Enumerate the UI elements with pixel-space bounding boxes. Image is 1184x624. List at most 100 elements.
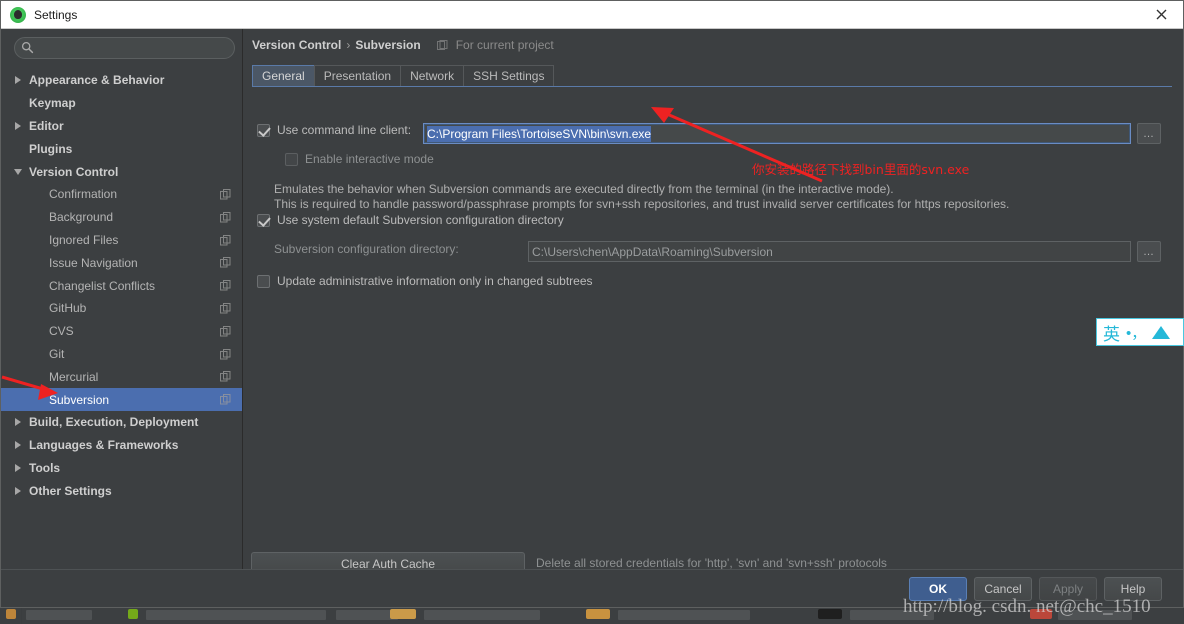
use-command-line-client-checkbox[interactable] xyxy=(257,123,270,137)
chevron-right-icon[interactable] xyxy=(11,441,25,450)
ime-mode-label[interactable]: 英 xyxy=(1103,320,1120,345)
tab-general[interactable]: General xyxy=(252,65,315,86)
sidebar-item-editor[interactable]: Editor xyxy=(1,115,242,138)
chevron-right-icon[interactable] xyxy=(11,418,25,427)
command-line-client-browse-button[interactable]: … xyxy=(1137,123,1161,144)
sidebar-item-changelist-conflicts[interactable]: Changelist Conflicts xyxy=(1,274,242,297)
project-scope-icon xyxy=(220,325,231,337)
sidebar-item-other-settings[interactable]: Other Settings xyxy=(1,479,242,502)
project-scope-icon xyxy=(220,234,231,246)
help-line-2: This is required to handle password/pass… xyxy=(274,197,1010,211)
settings-dialog: Settings Appearance & Behavior Keymap Ed… xyxy=(0,0,1184,608)
watermark-text: http://blog. csdn. net@chc_1510 xyxy=(903,596,1151,617)
tab-label: General xyxy=(262,69,305,83)
dialog-title: Settings xyxy=(34,7,78,22)
sidebar-item-subversion[interactable]: Subversion xyxy=(1,388,242,411)
project-scope-icon xyxy=(220,394,231,405)
sidebar-item-version-control[interactable]: Version Control xyxy=(1,160,242,183)
sidebar-item-label: Version Control xyxy=(29,164,119,179)
sidebar-item-label: Plugins xyxy=(29,141,73,156)
chevron-right-icon[interactable] xyxy=(11,121,25,130)
use-system-default-config-row: Use system default Subversion configurat… xyxy=(257,213,564,227)
chevron-right-icon[interactable] xyxy=(11,486,25,495)
status-bar-icon-left xyxy=(6,609,16,619)
sidebar-item-languages-frameworks[interactable]: Languages & Frameworks xyxy=(1,434,242,457)
sidebar-item-label: Confirmation xyxy=(49,187,118,202)
sidebar-item-label: Ignored Files xyxy=(49,232,119,247)
sidebar-item-label: CVS xyxy=(49,324,74,339)
interactive-mode-help-text: Emulates the behavior when Subversion co… xyxy=(274,182,1114,212)
tab-network[interactable]: Network xyxy=(400,65,465,86)
search-icon xyxy=(21,41,34,54)
sidebar-item-plugins[interactable]: Plugins xyxy=(1,137,242,160)
config-directory-label-row: Subversion configuration directory: xyxy=(274,242,459,256)
tab-label: SSH Settings xyxy=(473,69,545,83)
sidebar-item-label: Tools xyxy=(29,460,61,475)
sidebar-item-git[interactable]: Git xyxy=(1,343,242,366)
config-directory-input[interactable]: C:\Users\chen\AppData\Roaming\Subversion xyxy=(528,241,1131,262)
ime-punctuation-label[interactable]: •， xyxy=(1126,322,1146,343)
sidebar-item-tools[interactable]: Tools xyxy=(1,457,242,480)
project-scope-icon xyxy=(220,371,231,382)
status-bar-item[interactable] xyxy=(146,610,326,620)
config-directory-browse-button[interactable]: … xyxy=(1137,241,1161,262)
sidebar-item-background[interactable]: Background xyxy=(1,206,242,229)
screenshot-root: Settings Appearance & Behavior Keymap Ed… xyxy=(0,0,1184,624)
project-scope-icon xyxy=(220,302,231,314)
sidebar-item-label: Git xyxy=(49,346,65,361)
status-bar-icon-messages xyxy=(390,609,416,619)
breadcrumb-scope-note: For current project xyxy=(455,38,554,52)
sidebar-item-cvs[interactable]: CVS xyxy=(1,320,242,343)
use-system-default-config-label: Use system default Subversion configurat… xyxy=(277,213,564,227)
project-scope-icon xyxy=(220,348,231,360)
enable-interactive-mode-checkbox[interactable] xyxy=(285,152,298,166)
sidebar-item-ignored-files[interactable]: Ignored Files xyxy=(1,229,242,252)
intellij-idea-icon xyxy=(10,6,26,23)
ime-triangle-icon[interactable] xyxy=(1152,325,1171,339)
sidebar-item-label: Mercurial xyxy=(49,369,99,384)
chevron-down-icon[interactable] xyxy=(11,168,25,175)
tab-presentation[interactable]: Presentation xyxy=(313,65,402,86)
sidebar-item-keymap[interactable]: Keymap xyxy=(1,92,242,115)
status-bar-item[interactable] xyxy=(26,610,92,620)
enable-interactive-mode-row: Enable interactive mode xyxy=(285,152,434,166)
sidebar-item-issue-navigation[interactable]: Issue Navigation xyxy=(1,251,242,274)
enable-interactive-mode-label: Enable interactive mode xyxy=(305,152,434,166)
breadcrumb: Version Control › Subversion For current… xyxy=(252,38,554,52)
sidebar-item-label: Appearance & Behavior xyxy=(29,73,165,88)
tab-ssh-settings[interactable]: SSH Settings xyxy=(463,65,555,86)
search-input[interactable] xyxy=(37,41,227,55)
use-system-default-config-checkbox[interactable] xyxy=(257,213,270,227)
sidebar-item-mercurial[interactable]: Mercurial xyxy=(1,365,242,388)
sidebar-item-confirmation[interactable]: Confirmation xyxy=(1,183,242,206)
sidebar-item-label: Changelist Conflicts xyxy=(49,278,156,293)
search-box[interactable] xyxy=(14,37,235,59)
sidebar-item-label: GitHub xyxy=(49,301,87,316)
sidebar-item-build-execution-deployment[interactable]: Build, Execution, Deployment xyxy=(1,411,242,434)
dialog-body: Appearance & Behavior Keymap Editor Plugins… xyxy=(1,29,1183,575)
project-scope-icon xyxy=(220,211,231,223)
command-line-client-path-input[interactable]: C:\Program Files\TortoiseSVN\bin\svn.exe xyxy=(423,123,1131,144)
update-admin-info-row: Update administrative information only i… xyxy=(257,274,593,288)
status-bar-item[interactable] xyxy=(424,610,540,620)
project-scope-icon xyxy=(220,280,231,291)
sidebar-item-appearance-behavior[interactable]: Appearance & Behavior xyxy=(1,69,242,92)
chevron-right-icon[interactable] xyxy=(11,463,25,472)
sidebar-item-label: Issue Navigation xyxy=(49,255,138,270)
update-admin-info-checkbox[interactable] xyxy=(257,274,270,288)
update-admin-info-label: Update administrative information only i… xyxy=(277,274,593,288)
status-bar-item[interactable] xyxy=(618,610,750,620)
dialog-title-bar: Settings xyxy=(1,1,1183,29)
status-bar-item[interactable] xyxy=(336,610,398,620)
breadcrumb-parent[interactable]: Version Control xyxy=(252,38,341,52)
help-line-1: Emulates the behavior when Subversion co… xyxy=(274,182,894,196)
clear-auth-cache-description: Delete all stored credentials for 'http'… xyxy=(536,556,887,570)
command-line-client-path-value: C:\Program Files\TortoiseSVN\bin\svn.exe xyxy=(427,125,652,142)
sidebar-item-github[interactable]: GitHub xyxy=(1,297,242,320)
chevron-right-icon[interactable] xyxy=(11,76,25,85)
sidebar-item-label: Editor xyxy=(29,118,64,133)
close-icon[interactable] xyxy=(1139,1,1183,28)
tab-label: Network xyxy=(410,69,455,83)
sidebar-item-label: Subversion xyxy=(49,392,110,407)
ime-floating-bar[interactable]: 英 •， xyxy=(1096,318,1184,346)
